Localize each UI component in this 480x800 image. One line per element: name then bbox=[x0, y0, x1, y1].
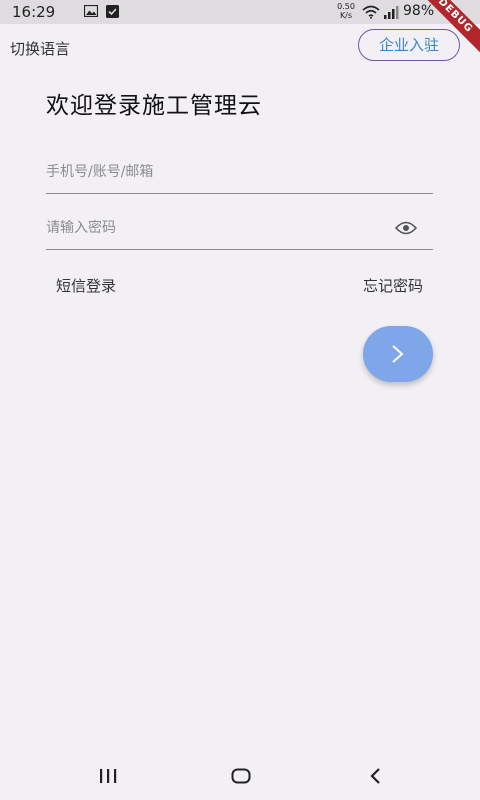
image-icon bbox=[84, 5, 98, 17]
password-input[interactable] bbox=[46, 209, 376, 247]
account-field bbox=[46, 153, 433, 194]
page-title: 欢迎登录施工管理云 bbox=[46, 93, 262, 119]
forgot-password-link[interactable]: 忘记密码 bbox=[363, 275, 423, 296]
login-next-button[interactable] bbox=[363, 326, 433, 382]
enterprise-join-button[interactable]: 企业入驻 bbox=[358, 29, 460, 61]
wifi-icon bbox=[362, 5, 380, 19]
status-time: 16:29 bbox=[12, 3, 56, 21]
net-speed: 0.50 K/s bbox=[336, 2, 356, 20]
home-icon[interactable] bbox=[231, 768, 251, 784]
recents-icon[interactable] bbox=[98, 768, 118, 784]
net-speed-value: 0.50 bbox=[337, 2, 355, 11]
signal-icon bbox=[384, 6, 399, 19]
account-input[interactable] bbox=[46, 153, 376, 191]
check-icon bbox=[106, 5, 119, 18]
password-field bbox=[46, 209, 433, 250]
switch-language-button[interactable]: 切换语言 bbox=[10, 38, 70, 59]
chevron-right-icon bbox=[392, 345, 404, 363]
status-bar: 16:29 0.50 K/s 98% bbox=[0, 0, 480, 24]
sms-login-link[interactable]: 短信登录 bbox=[56, 275, 116, 296]
net-speed-unit: K/s bbox=[339, 11, 353, 20]
system-nav-bar bbox=[0, 752, 480, 800]
back-icon[interactable] bbox=[368, 767, 382, 785]
eye-icon[interactable] bbox=[395, 220, 417, 236]
battery-level: 98% bbox=[403, 3, 435, 19]
